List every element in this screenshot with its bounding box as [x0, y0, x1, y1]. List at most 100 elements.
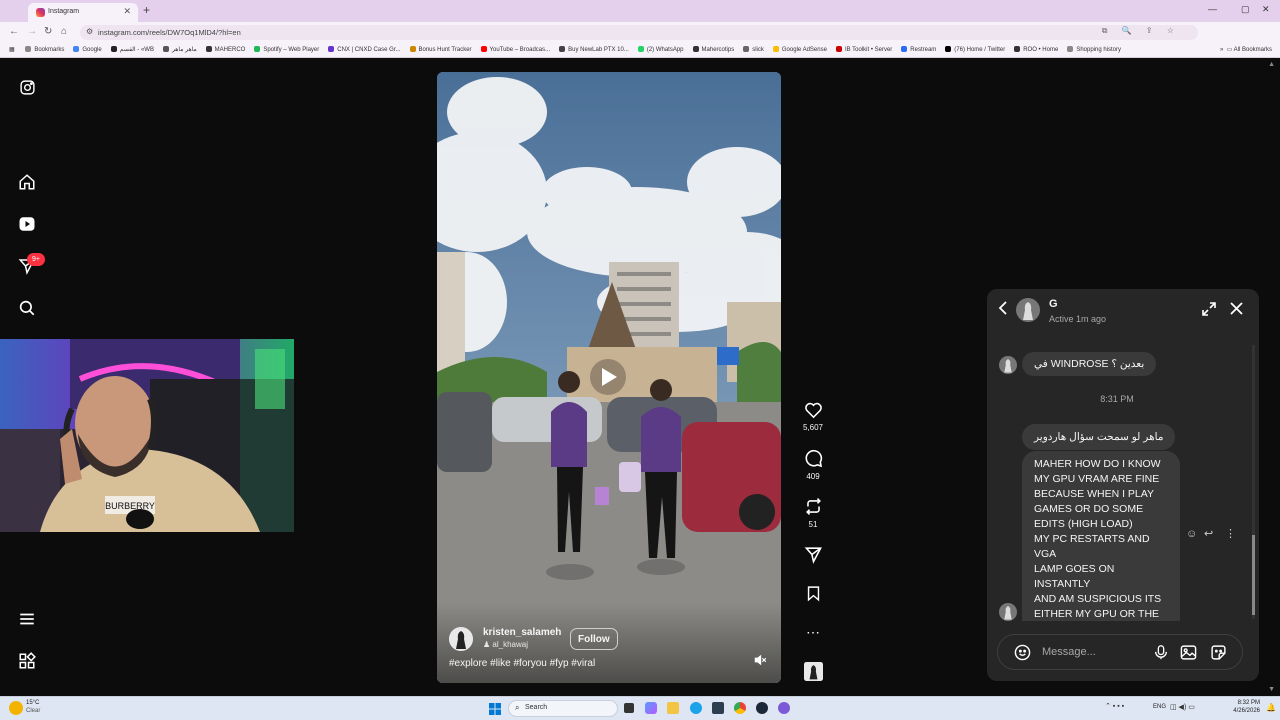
message-line: EDITS (HIGH LOAD) [1034, 518, 1133, 530]
more-menu-icon[interactable] [17, 609, 37, 629]
bookmark-item[interactable]: CNX | CNXD Case Gr... [328, 42, 401, 57]
bookmark-item[interactable]: Spotify – Web Player [254, 42, 319, 57]
chat-back-icon[interactable] [998, 301, 1008, 318]
message-input[interactable]: Message... [1042, 646, 1096, 658]
bookmark-item[interactable]: القسم - «WB [110, 42, 154, 57]
window-close-icon[interactable]: ✕ [1262, 4, 1270, 15]
bookmark-item[interactable]: YouTube – Broadcas... [480, 42, 550, 57]
close-tab-icon[interactable]: ✕ [123, 6, 131, 17]
contact-avatar[interactable] [1016, 298, 1040, 322]
sender-avatar [999, 356, 1017, 374]
mute-icon[interactable] [753, 653, 767, 667]
store-icon[interactable] [712, 702, 724, 714]
clock-time[interactable]: 8:32 PM [1230, 700, 1260, 706]
chrome-icon[interactable] [734, 702, 746, 714]
bookmark-item[interactable]: Bonus Hunt Tracker [409, 42, 472, 57]
follow-button[interactable]: Follow [570, 628, 618, 650]
bookmark-label: القسم - «WB [119, 47, 154, 53]
message-line: EITHER MY GPU OR THE [1034, 608, 1160, 620]
creator-username[interactable]: kristen_salameh [483, 627, 561, 638]
bookmark-item[interactable]: Google AdSense [772, 42, 827, 57]
scroll-up-icon[interactable]: ▲ [1268, 61, 1275, 68]
bookmark-item[interactable]: (76) Home / Twitter [945, 42, 1005, 57]
address-bar[interactable]: ⚙ instagram.com/reels/DW7Oq1MlD4/?hl=en … [80, 25, 1198, 40]
bookmark-item[interactable]: IB Toolkit • Server [835, 42, 892, 57]
message-bubble-long[interactable]: MAHER HOW DO I KNOW MY GPU VRAM ARE FINE B… [1022, 451, 1180, 621]
repost-action[interactable]: 51 [800, 497, 826, 529]
bookmark-item[interactable]: Buy NewLab PTX 10... [559, 42, 629, 57]
collab-line[interactable]: ♟ al_khawaj [483, 640, 528, 649]
minimize-icon[interactable]: — [1208, 4, 1217, 14]
tray-icons[interactable]: ⌃ ▪ ▪ ▪ [1105, 702, 1124, 710]
close-chat-icon[interactable] [1230, 302, 1243, 320]
back-icon[interactable]: ← [9, 26, 19, 37]
apps-icon[interactable]: ▦ [9, 42, 15, 57]
weather-temp[interactable]: 15°C [26, 700, 39, 706]
message-line: MAHER HOW DO I KNOW [1034, 458, 1161, 470]
maximize-icon[interactable]: ▢ [1241, 4, 1250, 15]
file-explorer-icon[interactable] [667, 702, 679, 714]
windows-start-icon[interactable] [489, 702, 501, 720]
all-bookmarks-button[interactable]: » ▭ All Bookmarks [1213, 42, 1272, 57]
message-more-icon[interactable]: ⋮ [1225, 527, 1236, 540]
voice-clip-icon[interactable] [1153, 644, 1169, 666]
message-thread[interactable]: في WINDROSE بعدين ؟ 8:31 PM ماهر لو سمحت… [987, 341, 1259, 621]
edge-icon[interactable] [690, 702, 702, 714]
emoji-icon[interactable] [1014, 644, 1031, 666]
reel-video[interactable]: kristen_salameh ♟ al_khawaj Follow #expl… [437, 72, 781, 683]
audio-thumbnail[interactable] [800, 662, 826, 683]
instagram-logo-icon[interactable] [17, 77, 37, 97]
comment-count: 409 [806, 472, 820, 481]
home-nav-icon[interactable] [17, 172, 37, 192]
more-options-icon[interactable]: ⋯ [800, 624, 826, 641]
share-action[interactable] [800, 545, 826, 566]
forward-icon[interactable]: → [27, 26, 37, 37]
sticker-icon[interactable] [1210, 644, 1227, 666]
search-icon[interactable] [17, 298, 37, 318]
network-volume-icons[interactable]: ◫ ◀) ▭ [1170, 703, 1195, 711]
comment-action[interactable]: 409 [800, 449, 826, 481]
bookmark-item[interactable]: MAHERCO [205, 42, 245, 57]
notification-badge: 9+ [27, 253, 45, 266]
copilot-icon[interactable] [645, 702, 657, 714]
contact-name[interactable]: G [1049, 298, 1058, 310]
bookmark-item[interactable]: Restream [901, 42, 936, 57]
creator-avatar[interactable] [449, 627, 473, 651]
steam-icon[interactable] [756, 702, 768, 714]
taskbar-search-box[interactable]: ⌕ Search [508, 700, 618, 717]
new-tab-button[interactable]: + [143, 3, 150, 17]
site-info-icon[interactable]: ⚙ [86, 27, 93, 36]
bookmark-item[interactable]: Bookmarks [25, 42, 64, 57]
message-bubble-arabic[interactable]: ماهر لو سمحت سؤال هاردوير [1022, 424, 1176, 450]
bookmark-favicon-icon [945, 46, 952, 53]
bookmark-item[interactable]: Mahercotips [692, 42, 734, 57]
image-icon[interactable] [1180, 644, 1197, 666]
message-bubble[interactable]: في WINDROSE بعدين ؟ [1022, 352, 1157, 376]
bookmark-item[interactable]: slick [743, 42, 764, 57]
bookmark-item[interactable]: Google [73, 42, 102, 57]
message-composer[interactable]: Message... [997, 634, 1243, 670]
task-view-icon[interactable] [624, 703, 634, 713]
notifications-icon[interactable]: 🔔 [1266, 703, 1276, 712]
bookmark-item[interactable]: ROO • Home [1014, 42, 1058, 57]
like-action[interactable]: 5,607 [800, 401, 826, 432]
also-from-meta-icon[interactable] [17, 651, 37, 671]
weather-icon[interactable] [9, 701, 23, 715]
bookmark-item[interactable]: ماهر ماهر [162, 42, 197, 57]
bookmark-item[interactable]: (2) WhatsApp [637, 42, 684, 57]
expand-chat-icon[interactable] [1202, 302, 1216, 321]
omnibox-action-icons[interactable]: ⧉ 🔍 ⇪ ☆ [1102, 26, 1180, 36]
home-icon[interactable]: ⌂ [61, 26, 67, 37]
react-emoji-icon[interactable]: ☺ [1186, 528, 1197, 540]
app-icon[interactable] [778, 702, 790, 714]
reload-icon[interactable]: ↻ [44, 26, 52, 37]
input-language[interactable]: ENG [1153, 704, 1166, 710]
scroll-down-icon[interactable]: ▼ [1268, 686, 1275, 693]
browser-tab-instagram[interactable]: Instagram ✕ [28, 3, 138, 22]
bookmark-item[interactable]: Shopping history [1067, 42, 1121, 57]
save-action[interactable] [800, 584, 826, 605]
reply-icon[interactable]: ↩ [1204, 527, 1213, 540]
thread-scrollbar[interactable] [1252, 345, 1255, 619]
browser-titlebar: Instagram ✕ + — ▢ ✕ [0, 0, 1280, 22]
reels-nav-icon[interactable] [17, 214, 37, 234]
